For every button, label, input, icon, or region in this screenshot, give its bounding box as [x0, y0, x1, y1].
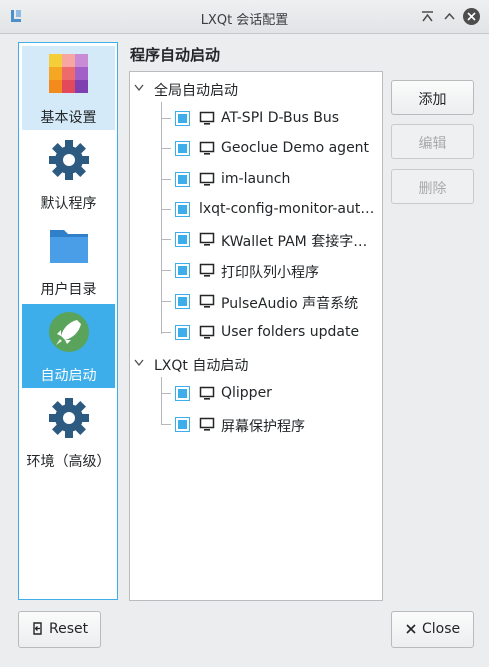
- expand-arrow-icon[interactable]: [134, 84, 144, 92]
- monitor-icon: [199, 232, 215, 246]
- tree-item[interactable]: im-launch: [130, 165, 382, 195]
- reset-icon: [33, 622, 42, 635]
- sidebar-item-default-apps[interactable]: 默认程序: [22, 132, 115, 216]
- monitor-icon: [199, 111, 215, 125]
- sidebar-item-label: 默认程序: [40, 196, 97, 212]
- edit-button-label: 编辑: [418, 136, 447, 152]
- autostart-checkbox[interactable]: [175, 141, 190, 156]
- autostart-checkbox[interactable]: [175, 294, 190, 309]
- tree-item[interactable]: KWallet PAM 套接字…: [130, 225, 382, 255]
- category-sidebar: 基本设置 默认程序 用户目录 自动启动 环境（高级）: [18, 42, 118, 600]
- tree-item-label: User folders update: [221, 324, 360, 340]
- tree-item-label: KWallet PAM 套接字…: [221, 234, 368, 250]
- monitor-icon: [199, 417, 215, 431]
- tree-group-label: LXQt 自动启动: [154, 358, 249, 374]
- delete-button-label: 删除: [418, 181, 447, 197]
- close-icon: [406, 624, 416, 634]
- title-bar: LXQt 会话配置: [0, 0, 489, 34]
- sidebar-item-autostart[interactable]: 自动启动: [22, 304, 115, 388]
- palette-icon: [49, 54, 88, 93]
- sidebar-item-label: 环境（高级）: [26, 454, 111, 470]
- sidebar-item-label: 基本设置: [40, 110, 97, 126]
- tree-item-label: 打印队列小程序: [221, 265, 319, 281]
- tree-item[interactable]: 打印队列小程序: [130, 256, 382, 286]
- tree-item[interactable]: lxqt-config-monitor-aut…: [130, 195, 382, 225]
- tree-item-label: PulseAudio 声音系统: [221, 296, 359, 312]
- sidebar-item-user-dirs[interactable]: 用户目录: [22, 218, 115, 302]
- tree-item-label: 屏幕保护程序: [221, 419, 305, 435]
- add-button[interactable]: 添加: [391, 80, 474, 115]
- sidebar-item-basic-settings[interactable]: 基本设置: [22, 46, 115, 130]
- monitor-icon: [199, 294, 215, 308]
- autostart-checkbox[interactable]: [175, 417, 190, 432]
- gear-icon: [49, 398, 89, 438]
- window-title: LXQt 会话配置: [200, 13, 289, 28]
- tree-item[interactable]: AT-SPI D-Bus Bus: [130, 104, 382, 134]
- monitor-icon: [199, 263, 215, 277]
- autostart-checkbox[interactable]: [175, 386, 190, 401]
- tree-group-label: 全局自动启动: [154, 83, 238, 99]
- autostart-checkbox[interactable]: [175, 263, 190, 278]
- close-button[interactable]: Close: [391, 611, 474, 648]
- monitor-icon: [199, 172, 215, 186]
- delete-button[interactable]: 删除: [391, 169, 474, 204]
- maximize-icon[interactable]: [441, 8, 458, 25]
- monitor-icon: [199, 141, 215, 155]
- tree-item-label: lxqt-config-monitor-aut…: [199, 201, 375, 217]
- tree-item[interactable]: Qlipper: [130, 379, 382, 409]
- reset-button[interactable]: Reset: [18, 611, 101, 648]
- rocket-icon: [49, 312, 89, 352]
- sidebar-item-environment[interactable]: 环境（高级）: [22, 390, 115, 474]
- tree-group-lxqt[interactable]: LXQt 自动启动: [130, 349, 382, 379]
- monitor-icon: [199, 386, 215, 400]
- monitor-icon: [199, 325, 215, 339]
- tree-group-global[interactable]: 全局自动启动: [130, 74, 382, 104]
- section-title: 程序自动启动: [130, 46, 221, 64]
- edit-button[interactable]: 编辑: [391, 124, 474, 159]
- autostart-checkbox[interactable]: [175, 232, 190, 247]
- tree-item[interactable]: User folders update: [130, 318, 382, 348]
- reset-button-label: Reset: [49, 621, 89, 637]
- add-button-label: 添加: [418, 92, 447, 108]
- autostart-checkbox[interactable]: [175, 202, 190, 217]
- tree-item-label: Geoclue Demo agent: [221, 140, 370, 156]
- sidebar-item-label: 用户目录: [40, 282, 97, 298]
- gear-icon: [49, 140, 89, 180]
- folder-icon: [50, 230, 88, 263]
- close-window-icon[interactable]: [463, 8, 480, 25]
- tree-item[interactable]: PulseAudio 声音系统: [130, 287, 382, 317]
- autostart-tree[interactable]: 全局自动启动 AT-SPI D-Bus Bus Geoclue Demo age…: [129, 71, 383, 601]
- tree-item[interactable]: Geoclue Demo agent: [130, 134, 382, 164]
- autostart-checkbox[interactable]: [175, 172, 190, 187]
- close-button-label: Close: [422, 621, 461, 637]
- tree-item-label: im-launch: [221, 171, 291, 187]
- expand-arrow-icon[interactable]: [134, 359, 144, 367]
- tree-item-label: AT-SPI D-Bus Bus: [221, 110, 340, 126]
- shade-window-icon[interactable]: [419, 8, 436, 25]
- autostart-checkbox[interactable]: [175, 325, 190, 340]
- tree-item-label: Qlipper: [221, 385, 272, 401]
- sidebar-item-label: 自动启动: [40, 368, 97, 384]
- tree-item[interactable]: 屏幕保护程序: [130, 410, 382, 440]
- autostart-checkbox[interactable]: [175, 111, 190, 126]
